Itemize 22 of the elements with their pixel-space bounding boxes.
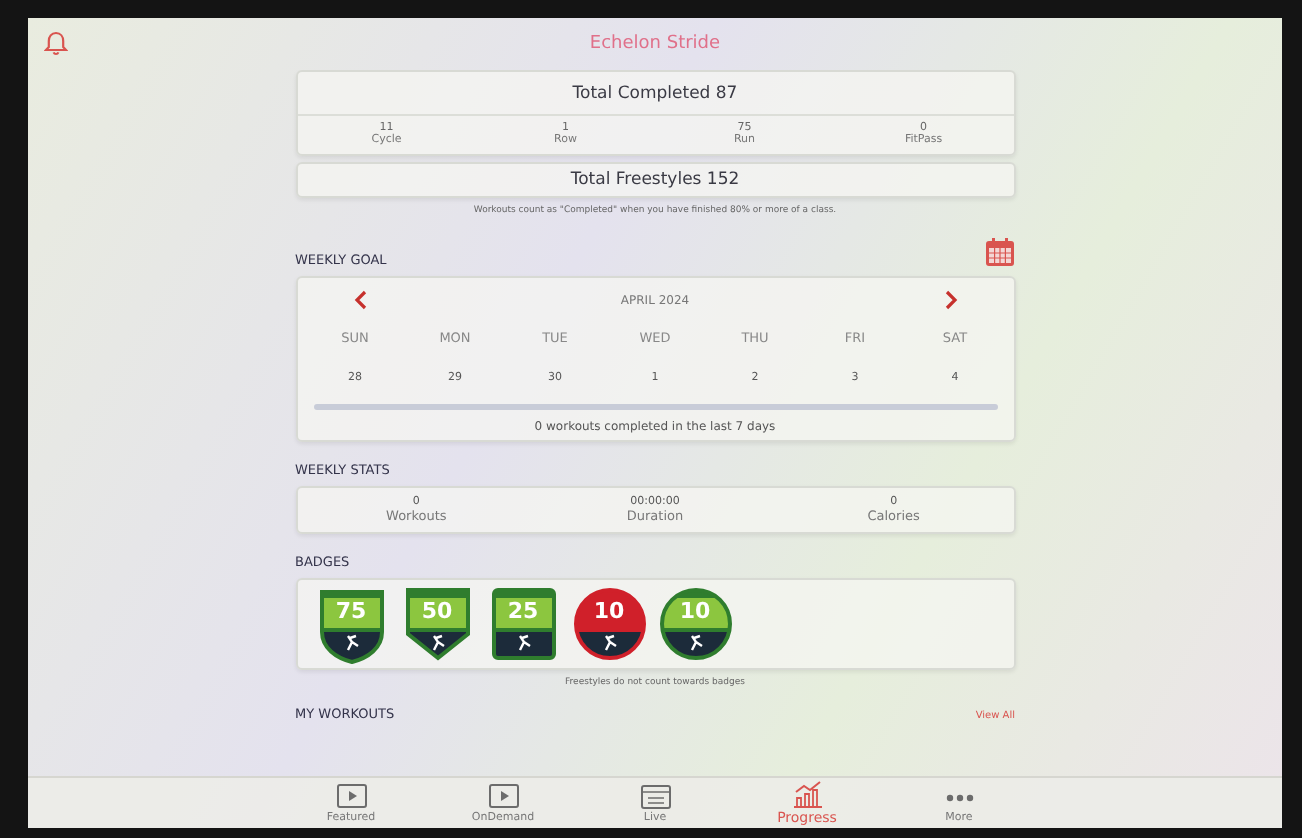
play-screen-icon: [487, 782, 519, 812]
badge[interactable]: 50: [399, 584, 475, 664]
bell-icon[interactable]: [44, 30, 68, 56]
badge-number: 10: [677, 598, 713, 626]
chevron-left-icon: [353, 290, 367, 310]
chevron-right-icon: [943, 290, 957, 310]
previous-button[interactable]: [349, 286, 371, 314]
play-screen-icon: [335, 782, 367, 812]
app-title: Echelon Stride: [589, 34, 721, 54]
badge[interactable]: 10: [657, 584, 733, 664]
badge-number: 50: [419, 598, 455, 626]
total-freestyles-text: Total Freestyles 152: [568, 168, 742, 194]
total-completed-text: Total Completed 87: [297, 72, 1013, 116]
badge[interactable]: 25: [485, 584, 561, 664]
badge[interactable]: 10: [571, 584, 647, 664]
badge-number: 75: [333, 598, 369, 626]
badge-number: 25: [505, 598, 541, 626]
badge-number: 10: [591, 598, 627, 626]
chart-icon: [791, 780, 823, 810]
badge[interactable]: 75: [313, 584, 389, 664]
calendar-icon: [639, 782, 671, 812]
calendar-icon[interactable]: [983, 236, 1015, 268]
